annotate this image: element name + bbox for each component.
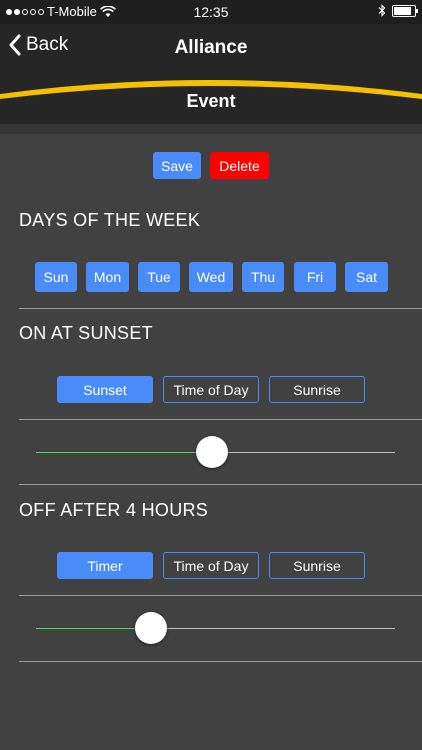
- day-button-thu[interactable]: Thu: [242, 262, 284, 292]
- divider: [19, 308, 422, 309]
- slider-track: [150, 628, 395, 629]
- divider: [19, 661, 422, 662]
- day-button-sun[interactable]: Sun: [35, 262, 77, 292]
- on-section-title: ON AT SUNSET: [19, 323, 153, 343]
- status-bar: T-Mobile 12:35: [0, 0, 422, 24]
- day-button-mon[interactable]: Mon: [86, 262, 129, 292]
- status-time: 12:35: [193, 4, 229, 20]
- delete-button[interactable]: Delete: [210, 152, 269, 179]
- slider-fill: [36, 628, 151, 629]
- day-button-fri[interactable]: Fri: [294, 262, 336, 292]
- slider-fill: [36, 452, 212, 453]
- status-right: [378, 4, 418, 17]
- on-time-slider[interactable]: [36, 436, 395, 468]
- nav-bottom-strip: [0, 124, 422, 134]
- divider: [19, 484, 422, 485]
- slider-track: [211, 452, 395, 453]
- off-option-time-of-day[interactable]: Time of Day: [163, 552, 259, 579]
- slider-thumb[interactable]: [134, 612, 167, 644]
- divider: [19, 595, 422, 596]
- battery-icon: [392, 4, 418, 17]
- page-subtitle: Event: [186, 91, 236, 111]
- day-button-sat[interactable]: Sat: [345, 262, 388, 292]
- days-section-title: DAYS OF THE WEEK: [19, 210, 201, 230]
- off-duration-slider[interactable]: [36, 612, 395, 644]
- off-section-title: OFF AFTER 4 HOURS: [19, 500, 209, 520]
- page-title: Alliance: [174, 37, 248, 58]
- bluetooth-icon: [378, 4, 386, 17]
- on-option-sunset[interactable]: Sunset: [57, 376, 153, 403]
- on-option-time-of-day[interactable]: Time of Day: [163, 376, 259, 403]
- nav-bar: Back Alliance Event: [0, 24, 422, 134]
- day-button-tue[interactable]: Tue: [138, 262, 180, 292]
- slider-thumb[interactable]: [195, 436, 228, 468]
- off-option-timer[interactable]: Timer: [57, 552, 153, 579]
- save-button[interactable]: Save: [153, 152, 201, 179]
- divider: [19, 419, 422, 420]
- day-button-wed[interactable]: Wed: [189, 262, 233, 292]
- off-option-sunrise[interactable]: Sunrise: [269, 552, 365, 579]
- on-option-sunrise[interactable]: Sunrise: [269, 376, 365, 403]
